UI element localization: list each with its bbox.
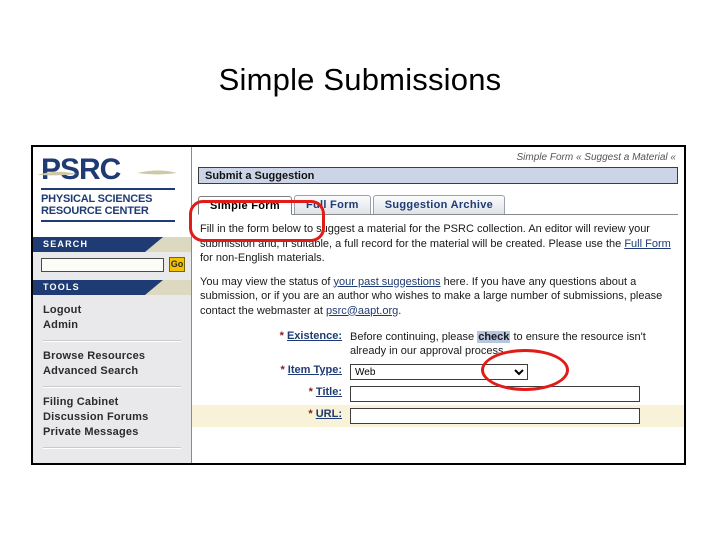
tools-divider <box>43 340 181 342</box>
item-type-label[interactable]: Item Type: <box>288 364 342 376</box>
intro-p2-part1: You may view the status of <box>200 275 334 288</box>
tab-full-form[interactable]: Full Form <box>293 195 371 214</box>
tools-divider <box>43 386 181 388</box>
sidebar-item-admin[interactable]: Admin <box>43 318 181 333</box>
logo-acronym: PSRC <box>41 153 121 186</box>
search-panel-header: SEARCH <box>33 237 191 252</box>
logo-divider-top <box>41 188 175 190</box>
title-label-cell: * Title: <box>192 383 348 405</box>
existence-label-cell: * Existence: <box>192 327 348 361</box>
sidebar-item-filing-cabinet[interactable]: Filing Cabinet <box>43 395 181 410</box>
url-label[interactable]: URL: <box>316 408 342 420</box>
tab-suggestion-archive[interactable]: Suggestion Archive <box>372 195 506 214</box>
search-input[interactable] <box>41 257 164 272</box>
table-row: * URL: <box>192 405 684 427</box>
table-row: * Title: <box>192 383 684 405</box>
existence-value-cell: Before continuing, please check to ensur… <box>348 327 684 361</box>
sidebar-item-browse-resources[interactable]: Browse Resources <box>43 349 181 364</box>
page-header-bar: Submit a Suggestion <box>198 167 678 184</box>
item-type-label-cell: * Item Type: <box>192 361 348 383</box>
title-value-cell <box>348 383 684 405</box>
suggestion-form: * Existence: Before continuing, please c… <box>192 327 684 427</box>
search-go-button[interactable]: Go <box>169 257 185 272</box>
title-input[interactable] <box>350 386 640 402</box>
full-form-link[interactable]: Full Form <box>624 238 670 250</box>
tab-strip: Simple Form Full Form Suggestion Archive <box>198 192 678 215</box>
logo-subtitle-line1: PHYSICAL SCIENCES <box>41 193 153 205</box>
tab-simple-form[interactable]: Simple Form <box>198 196 292 215</box>
tools-group-account: Logout Admin <box>33 303 191 333</box>
table-row: * Item Type: Web <box>192 361 684 383</box>
sidebar: PSRC PHYSICAL SCIENCES RESOURCE CENTER S… <box>33 147 192 463</box>
required-star-icon: * <box>279 330 284 342</box>
table-row: * Existence: Before continuing, please c… <box>192 327 684 361</box>
item-type-select[interactable]: Web <box>350 364 528 380</box>
url-input[interactable] <box>350 408 640 424</box>
tools-panel-heading: TOOLS <box>43 282 80 292</box>
search-panel-heading: SEARCH <box>43 239 89 249</box>
intro-p2-part3: . <box>398 304 402 317</box>
past-suggestions-link[interactable]: your past suggestions <box>334 276 441 288</box>
intro-paragraph-2: You may view the status of your past sug… <box>200 275 676 319</box>
required-star-icon: * <box>308 408 313 420</box>
site-logo[interactable]: PSRC PHYSICAL SCIENCES RESOURCE CENTER <box>33 147 191 237</box>
existence-label[interactable]: Existence: <box>287 330 342 342</box>
breadcrumb[interactable]: Simple Form « Suggest a Material « <box>192 147 684 167</box>
tools-group-browse: Browse Resources Advanced Search <box>33 349 191 379</box>
intro-paragraph-1: Fill in the form below to suggest a mate… <box>200 222 676 266</box>
webmaster-email-link[interactable]: psrc@aapt.org <box>326 305 398 317</box>
browser-screenshot-frame: PSRC PHYSICAL SCIENCES RESOURCE CENTER S… <box>31 145 686 465</box>
page-header-title: Submit a Suggestion <box>205 170 315 182</box>
url-value-cell <box>348 405 684 427</box>
check-link[interactable]: check <box>477 331 511 343</box>
tools-panel-header: TOOLS <box>33 280 191 295</box>
intro-p1-part1: Fill in the form below to suggest a mate… <box>200 223 650 250</box>
search-panel-body: Go <box>33 252 191 278</box>
intro-text: Fill in the form below to suggest a mate… <box>192 215 684 318</box>
logo-subtitle-line2: RESOURCE CENTER <box>41 205 149 217</box>
logo-acronym-text: PSRC <box>37 153 185 186</box>
existence-text-before: Before continuing, please <box>350 331 478 343</box>
tools-panel-body: Logout Admin Browse Resources Advanced S… <box>33 295 191 462</box>
page-title: Simple Submissions <box>218 62 502 97</box>
logo-divider-bottom <box>41 220 175 222</box>
tools-divider <box>43 447 181 449</box>
sidebar-item-advanced-search[interactable]: Advanced Search <box>43 364 181 379</box>
required-star-icon: * <box>280 364 285 376</box>
intro-p1-part2: for non-English materials. <box>200 252 325 264</box>
sidebar-item-private-messages[interactable]: Private Messages <box>43 425 181 440</box>
title-label[interactable]: Title: <box>316 386 342 398</box>
required-star-icon: * <box>308 386 313 398</box>
sidebar-item-logout[interactable]: Logout <box>43 303 181 318</box>
search-panel: SEARCH Go <box>33 237 191 280</box>
item-type-value-cell: Web <box>348 361 684 383</box>
tools-panel: TOOLS Logout Admin Browse Resources Adva… <box>33 280 191 463</box>
main-content: Simple Form « Suggest a Material « Submi… <box>192 147 684 463</box>
sidebar-item-discussion-forums[interactable]: Discussion Forums <box>43 410 181 425</box>
url-label-cell: * URL: <box>192 405 348 427</box>
tools-group-personal: Filing Cabinet Discussion Forums Private… <box>33 395 191 440</box>
